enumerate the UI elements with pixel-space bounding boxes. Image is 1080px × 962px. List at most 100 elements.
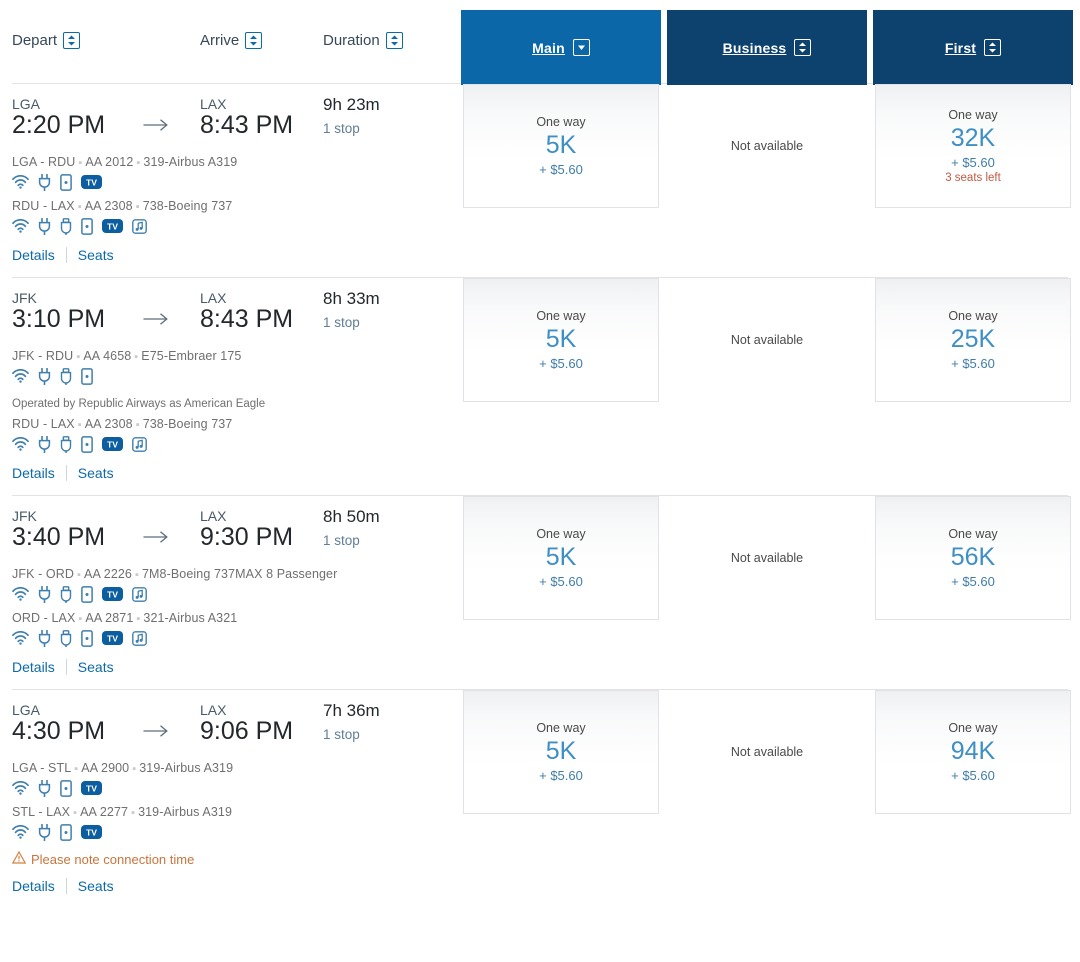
fare-cell[interactable]: One way 56K + $5.60	[873, 496, 1073, 620]
flight-results-page: Depart Arrive Duration Main Business Fir…	[0, 0, 1080, 962]
fare-miles: 5K	[545, 737, 577, 766]
not-available-label: Not available	[730, 139, 804, 153]
fare-cell[interactable]: One way 25K + $5.60	[873, 278, 1073, 402]
details-link[interactable]: Details	[12, 878, 55, 894]
fare-miles: 5K	[545, 543, 577, 572]
arrive-airport: LAX	[200, 508, 227, 524]
fare-cell[interactable]: One way 32K + $5.60 3 seats left	[873, 84, 1073, 208]
link-divider	[65, 659, 67, 675]
link-divider	[65, 247, 67, 263]
sort-updown-icon[interactable]	[63, 32, 81, 49]
table-row: LGA 4:30 PM LAX 9:06 PM 7h 36m 1 stop LG…	[11, 690, 1071, 908]
fare-card[interactable]: One way 5K + $5.60	[463, 278, 659, 402]
fare-fee: + $5.60	[951, 154, 995, 170]
device-icon	[81, 585, 93, 603]
tab-main[interactable]: Main	[461, 10, 661, 85]
fare-card[interactable]: One way 56K + $5.60	[875, 496, 1071, 620]
fare-cell-unavailable: Not available	[667, 278, 867, 402]
wifi-icon	[12, 825, 29, 839]
fare-card[interactable]: One way 5K + $5.60	[463, 84, 659, 208]
fare-cell[interactable]: One way 5K + $5.60	[461, 278, 661, 402]
arrive-time: 8:43 PM	[200, 111, 294, 139]
seats-link[interactable]: Seats	[78, 465, 114, 481]
wifi-icon	[12, 437, 29, 451]
duration-value: 9h 23m	[323, 95, 380, 114]
depart-airport: LGA	[12, 702, 41, 718]
details-link[interactable]: Details	[12, 247, 55, 263]
fare-cell[interactable]: One way 5K + $5.60	[461, 84, 661, 208]
device-icon	[60, 779, 72, 797]
duration-value: 8h 33m	[323, 289, 380, 308]
details-link[interactable]: Details	[12, 659, 55, 675]
fare-miles: 32K	[950, 124, 996, 153]
tab-business[interactable]: Business	[667, 10, 867, 85]
row-links: Details Seats	[12, 878, 1068, 894]
power-plug-icon	[38, 173, 51, 191]
sort-column-duration-label: Duration	[323, 32, 380, 49]
arrow-right-icon	[143, 724, 169, 738]
fare-cell[interactable]: One way 5K + $5.60	[461, 496, 661, 620]
svg-text:TV: TV	[107, 221, 118, 231]
wifi-icon	[12, 175, 29, 189]
fare-fee: + $5.60	[539, 161, 583, 177]
fare-cell[interactable]: One way 94K + $5.60	[873, 690, 1073, 814]
power-plug-icon	[38, 823, 51, 841]
stops-value[interactable]: 1 stop	[323, 121, 360, 136]
tv-icon: TV	[81, 781, 102, 795]
segment-separator: ▪	[135, 201, 140, 213]
tab-main-label: Main	[532, 39, 565, 56]
seats-link[interactable]: Seats	[78, 878, 114, 894]
stops-value[interactable]: 1 stop	[323, 315, 360, 330]
device-icon	[60, 173, 72, 191]
sort-column-depart-label: Depart	[12, 32, 58, 49]
depart-time: 2:20 PM	[12, 111, 106, 139]
sort-column-duration[interactable]: Duration	[323, 32, 403, 49]
arrive-time: 8:43 PM	[200, 305, 294, 333]
sort-updown-icon[interactable]	[984, 39, 1002, 56]
tab-first[interactable]: First	[873, 10, 1073, 85]
sort-updown-icon[interactable]	[385, 32, 403, 49]
power-plug-icon	[38, 367, 51, 385]
fare-card[interactable]: One way 94K + $5.60	[875, 690, 1071, 814]
sort-column-depart[interactable]: Depart	[12, 32, 81, 49]
sort-updown-icon[interactable]	[245, 32, 263, 49]
tab-business-label: Business	[722, 39, 787, 56]
sort-column-arrive-label: Arrive	[200, 32, 240, 49]
details-link[interactable]: Details	[12, 465, 55, 481]
segment-separator: ▪	[78, 613, 83, 625]
sort-column-arrive[interactable]: Arrive	[200, 32, 263, 49]
arrive-time: 9:06 PM	[200, 717, 294, 745]
arrive-airport: LAX	[200, 290, 227, 306]
link-divider	[65, 465, 67, 481]
seats-link[interactable]: Seats	[78, 247, 114, 263]
device-icon	[81, 217, 93, 235]
power-plug-icon	[38, 779, 51, 797]
fare-card[interactable]: One way 32K + $5.60 3 seats left	[875, 84, 1071, 208]
fare-miles: 56K	[950, 543, 996, 572]
duration-value: 7h 36m	[323, 701, 380, 720]
seats-link[interactable]: Seats	[78, 659, 114, 675]
stops-value[interactable]: 1 stop	[323, 533, 360, 548]
one-way-label: One way	[536, 115, 586, 130]
arrow-right-icon	[143, 312, 169, 326]
flight-segment: RDU - LAX ▪ AA 2308 ▪ 738-Boeing 737 TV	[12, 417, 1068, 454]
fare-card[interactable]: One way 25K + $5.60	[875, 278, 1071, 402]
music-note-icon	[132, 630, 147, 646]
fare-cell[interactable]: One way 5K + $5.60	[461, 690, 661, 814]
power-plug-icon	[38, 585, 51, 603]
sort-updown-icon[interactable]	[794, 39, 812, 56]
wifi-icon	[12, 587, 29, 601]
duration-value: 8h 50m	[323, 507, 380, 526]
tv-icon: TV	[81, 175, 102, 189]
table-row: LGA 2:20 PM LAX 8:43 PM 9h 23m 1 stop LG…	[12, 84, 1071, 278]
fare-fee: + $5.60	[951, 767, 995, 783]
fare-card[interactable]: One way 5K + $5.60	[463, 690, 659, 814]
connection-warning: Please note connection time	[11, 850, 1068, 867]
segment-separator: ▪	[136, 157, 141, 169]
svg-text:TV: TV	[86, 783, 97, 793]
stops-value[interactable]: 1 stop	[323, 727, 360, 742]
fare-card[interactable]: One way 5K + $5.60	[463, 496, 659, 620]
wifi-icon	[12, 219, 29, 233]
sort-down-icon[interactable]	[572, 39, 590, 56]
fare-cell-unavailable: Not available	[667, 84, 867, 208]
